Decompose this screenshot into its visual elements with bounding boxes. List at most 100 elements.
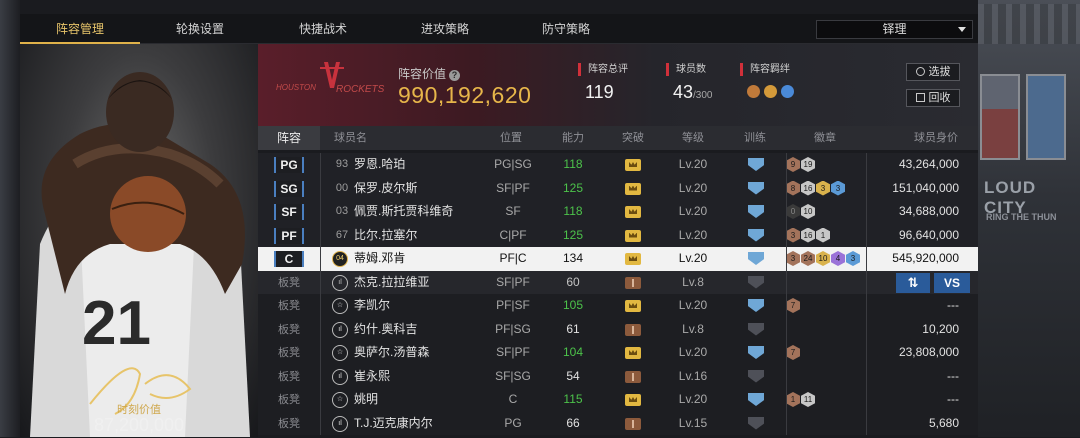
player-name[interactable]: 佩贾.斯托贾科维奇	[354, 200, 484, 224]
col-level[interactable]: 等级	[682, 126, 704, 150]
pick-button[interactable]: 选拔	[906, 63, 960, 81]
player-name[interactable]: 约什.奥科吉	[354, 318, 484, 342]
training-cell[interactable]	[736, 365, 776, 389]
player-name[interactable]: 杰克.拉拉维亚	[354, 271, 484, 295]
training-cell[interactable]	[736, 341, 776, 365]
training-cell[interactable]	[736, 153, 776, 177]
table-row[interactable]: SF 03 佩贾.斯托贾科维奇 SF 118 Lv.20 0 10 34,688,000	[258, 200, 978, 224]
lineup-select[interactable]: 铎理	[816, 20, 973, 39]
player-name[interactable]: 姚明	[354, 388, 484, 412]
training-cell[interactable]	[736, 388, 776, 412]
badges-cell[interactable]: 1 11	[786, 388, 866, 412]
badges-cell[interactable]: 0 10	[786, 200, 866, 224]
player-ability: 105	[562, 298, 584, 312]
training-cell[interactable]	[736, 318, 776, 342]
badges-cell[interactable]	[786, 412, 866, 436]
player-count-label: 球员数	[666, 63, 713, 76]
table-row[interactable]: SG 00 保罗.皮尔斯 SF|PF 125 Lv.20 8 16 3 3 151,040,000	[258, 176, 978, 201]
badges-cell[interactable]: 7	[786, 341, 866, 365]
badges-cell[interactable]: 7	[786, 294, 866, 318]
tab-offense[interactable]: 进攻策略	[385, 14, 505, 44]
badges-cell[interactable]: 8 16 3 3	[786, 177, 866, 201]
tab-lineup[interactable]: 阵容管理	[20, 14, 140, 44]
col-training[interactable]: 训练	[744, 126, 766, 150]
breakthrough-cell[interactable]	[613, 153, 653, 177]
vs-button[interactable]: VS	[934, 273, 970, 293]
col-ability[interactable]: 能力	[562, 126, 584, 150]
training-cell[interactable]	[736, 412, 776, 436]
table-row[interactable]: 板凳 ıl 崔永熙 SF|SG 54 Lv.16 ---	[258, 364, 978, 389]
player-name[interactable]: 蒂姆.邓肯	[354, 247, 484, 271]
breakthrough-cell[interactable]	[613, 341, 653, 365]
training-cell[interactable]	[736, 271, 776, 295]
training-cell[interactable]	[736, 224, 776, 248]
badges-cell[interactable]: 3 24 10 4 3	[786, 247, 866, 271]
breakthrough-cell[interactable]	[613, 224, 653, 248]
swap-button[interactable]: ⇅	[896, 273, 930, 293]
col-breakthrough[interactable]: 突破	[622, 126, 644, 150]
bench-label: 板凳	[278, 323, 300, 336]
bond-blue-icon[interactable]	[781, 85, 794, 98]
col-lineup[interactable]: 阵容	[258, 126, 320, 150]
slot-badge: PG	[274, 157, 304, 173]
bond-gold-icon[interactable]	[764, 85, 777, 98]
slot-cell: SG	[258, 177, 320, 201]
badges-cell[interactable]	[786, 271, 866, 295]
breakthrough-cell[interactable]	[613, 247, 653, 271]
training-cell[interactable]	[736, 200, 776, 224]
badges-cell[interactable]: 9 19	[786, 153, 866, 177]
player-card[interactable]: 21 时刻价值 87,200,000	[20, 44, 258, 437]
breakthrough-cell[interactable]	[613, 177, 653, 201]
table-row[interactable]: 板凳 ☆ 李凯尔 PF|SF 105 Lv.20 7 ---	[258, 294, 978, 318]
column-divider	[866, 200, 867, 224]
badges-cell[interactable]	[786, 365, 866, 389]
table-row[interactable]: 板凳 ☆ 姚明 C 115 Lv.20 1 11 ---	[258, 388, 978, 412]
player-name[interactable]: T.J.迈克康内尔	[354, 412, 484, 436]
badges-cell[interactable]	[786, 318, 866, 342]
table-row[interactable]: 板凳 ☆ 奥萨尔.汤普森 SF|PF 104 Lv.20 7 23,808,000	[258, 341, 978, 365]
table-row[interactable]: C0404蒂姆.邓肯PF|C134Lv.203241043545,920,000	[258, 247, 978, 271]
player-name[interactable]: 保罗.皮尔斯	[354, 177, 484, 201]
training-cell[interactable]	[736, 177, 776, 201]
training-cell[interactable]	[736, 247, 776, 271]
table-row[interactable]: 板凳 ıl 约什.奥科吉 PF|SG 61 Lv.8 10,200	[258, 317, 978, 342]
breakthrough-cell[interactable]	[613, 200, 653, 224]
col-position[interactable]: 位置	[500, 126, 522, 150]
player-ability: 115	[563, 392, 583, 406]
column-divider	[320, 388, 321, 412]
training-cell[interactable]	[736, 294, 776, 318]
tab-defense[interactable]: 防守策略	[506, 14, 626, 44]
arena-banner	[1026, 74, 1066, 160]
player-name[interactable]: 罗恩.哈珀	[354, 153, 484, 177]
column-divider	[320, 223, 321, 247]
help-icon[interactable]: ?	[449, 70, 461, 81]
col-badges[interactable]: 徽章	[814, 126, 836, 150]
breakthrough-cell[interactable]	[613, 294, 653, 318]
tab-quick-tactics[interactable]: 快捷战术	[263, 14, 383, 44]
breakthrough-cell[interactable]	[613, 318, 653, 342]
badge-icon: 1	[786, 392, 800, 407]
tab-rotation[interactable]: 轮换设置	[140, 14, 260, 44]
breakthrough-cell[interactable]	[613, 412, 653, 436]
badges-cell[interactable]: 3 16 1	[786, 224, 866, 248]
player-name[interactable]: 李凯尔	[354, 294, 484, 318]
breakthrough-cell[interactable]	[613, 388, 653, 412]
breakthrough-cell[interactable]	[613, 271, 653, 295]
player-value: ---	[947, 368, 959, 383]
player-name[interactable]: 奥萨尔.汤普森	[354, 341, 484, 365]
breakthrough-cell[interactable]	[613, 365, 653, 389]
table-row[interactable]: PF 67 比尔.拉塞尔 C|PF 125 Lv.20 3 16 1 96,640,000	[258, 223, 978, 248]
table-row[interactable]: 板凳 ıl T.J.迈克康内尔 PG 66 Lv.15 5,680	[258, 411, 978, 436]
bond-icons[interactable]	[740, 85, 794, 98]
badge-icon: 16	[801, 180, 815, 196]
recycle-button[interactable]: 回收	[906, 89, 960, 107]
table-row[interactable]: PG 93 罗恩.哈珀 PG|SG 118 Lv.20 9 19 43,264,000	[258, 153, 978, 177]
col-value[interactable]: 球员身价	[914, 126, 958, 150]
col-player-name[interactable]: 球员名	[334, 126, 367, 150]
bond-bronze-icon[interactable]	[747, 85, 760, 98]
player-level: Lv.20	[678, 204, 708, 218]
player-name[interactable]: 崔永熙	[354, 365, 484, 389]
player-position: SF|PF	[496, 345, 530, 359]
table-row[interactable]: 板凳ıl杰克.拉拉维亚SF|PF60Lv.86	[258, 270, 978, 295]
player-name[interactable]: 比尔.拉塞尔	[354, 224, 484, 248]
